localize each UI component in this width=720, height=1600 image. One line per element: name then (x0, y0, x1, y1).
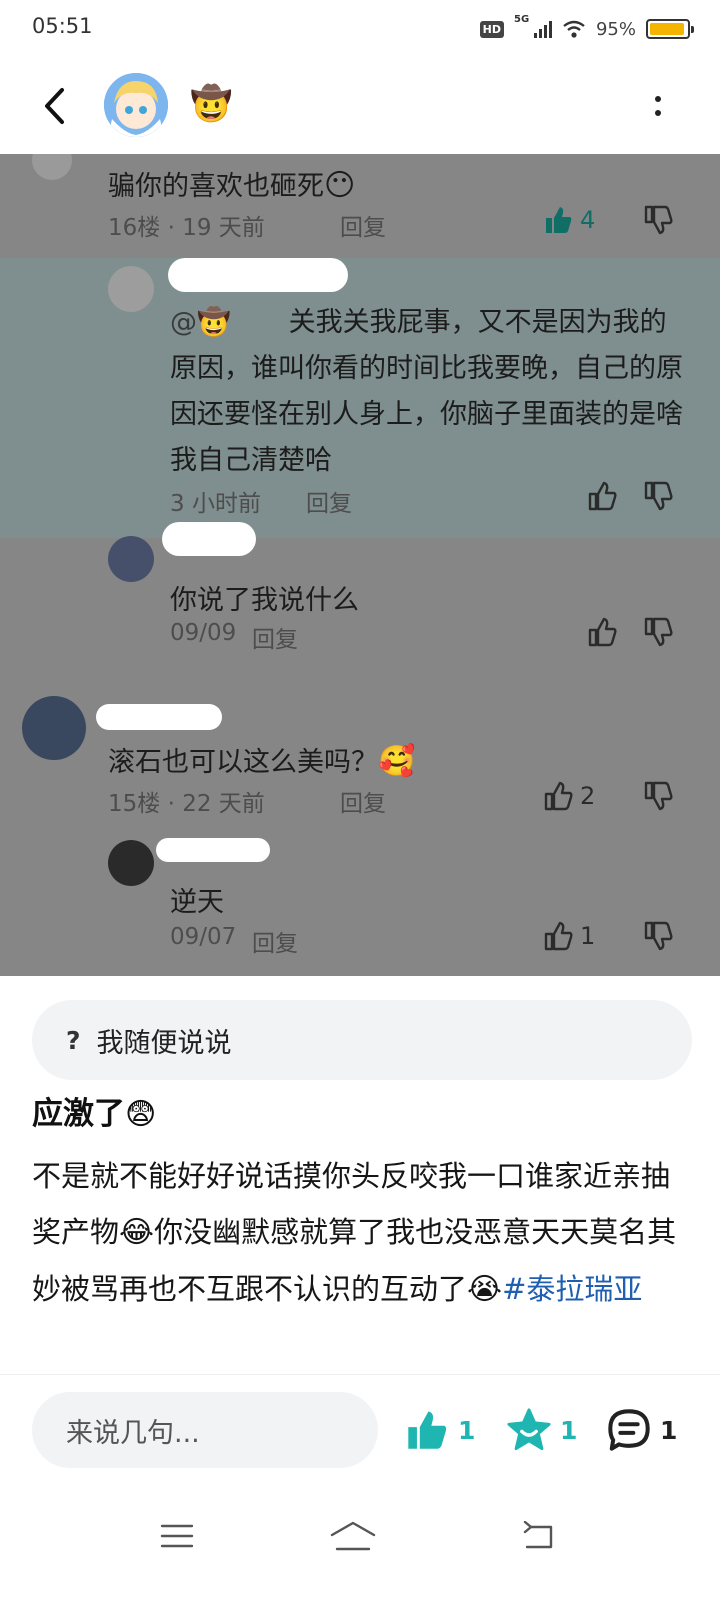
reply-button[interactable]: 回复 (306, 484, 352, 518)
commenter-avatar[interactable] (22, 696, 86, 760)
dislike-button[interactable] (642, 616, 674, 648)
author-name-emoji[interactable]: 🤠 (190, 84, 232, 124)
status-time: 05:51 (32, 14, 93, 38)
comment-meta: 16楼 · 19 天前 (108, 215, 265, 241)
thumbs-down-icon (644, 781, 673, 811)
thumbs-up-icon (588, 481, 617, 511)
divider (0, 1374, 720, 1375)
commenter-avatar[interactable] (108, 840, 154, 886)
post-like-button[interactable]: 1 (404, 1404, 475, 1456)
star-icon (507, 1408, 551, 1451)
thumbs-up-icon (544, 921, 573, 951)
dislike-button[interactable] (642, 920, 674, 952)
comment-text: 骗你的喜欢也砸死😶 (108, 168, 356, 203)
system-nav-bar (0, 1508, 720, 1568)
comment-count-button[interactable]: 1 (606, 1404, 677, 1456)
thumbs-up-icon (588, 617, 617, 647)
favorite-button[interactable]: 1 (506, 1404, 577, 1456)
comments-overlay[interactable]: 骗你的喜欢也砸死😶 16楼 · 19 天前 回复 4 @🤠 关我关我屁事，又不是因… (0, 154, 720, 976)
action-bar: 来说几句... 1 1 1 (0, 1392, 720, 1468)
redacted-username (162, 522, 256, 556)
body-emoji: 😭 (467, 1272, 503, 1307)
question-pill[interactable]: ? 我随便说说 (32, 1000, 692, 1080)
thumbs-down-icon (644, 921, 673, 951)
post-sheet: ? 我随便说说 应激了😨 不是就不能好好说话摸你头反咬我一口谁家近亲抽奖产物😂你… (0, 976, 720, 1600)
hashtag-link[interactable]: #泰拉瑞亚 (502, 1272, 642, 1306)
thumbs-down-icon (644, 617, 673, 647)
thumbs-up-icon (408, 1411, 447, 1449)
wifi-icon (563, 20, 585, 38)
battery-fill (650, 23, 685, 35)
back-arrow-icon (523, 1521, 553, 1549)
avatar-illustration (104, 73, 168, 137)
commenter-avatar[interactable] (108, 266, 154, 312)
comment-emoji: 😶 (324, 168, 356, 203)
menu-icon (160, 1524, 194, 1548)
status-icons: HD 5G 95% (479, 14, 694, 44)
reply-button[interactable]: 回复 (340, 784, 386, 818)
commenter-avatar[interactable] (32, 154, 72, 180)
title-emoji: 😨 (125, 1097, 157, 1132)
like-button[interactable]: 2 (542, 780, 595, 812)
thumbs-up-icon (546, 207, 572, 233)
reply-button[interactable]: 回复 (252, 620, 298, 654)
like-button[interactable]: 4 (542, 204, 595, 236)
post-body: 不是就不能好好说话摸你头反咬我一口谁家近亲抽奖产物😂你没幽默感就算了我也没恶意天… (32, 1159, 677, 1307)
dislike-button[interactable] (642, 780, 674, 812)
back-nav-button[interactable] (514, 1516, 564, 1556)
post-header: 🤠 (0, 58, 720, 154)
hd-icon: HD (479, 20, 504, 38)
reply-button[interactable]: 回复 (340, 208, 386, 242)
status-bar: 05:51 HD 5G 95% (0, 0, 720, 58)
reply-time: 09/07 (170, 924, 237, 950)
body-emoji: 😂 (119, 1215, 155, 1250)
more-options-button[interactable] (648, 88, 668, 124)
like-button[interactable]: 1 (542, 920, 595, 952)
battery-percent: 95% (595, 18, 636, 40)
commenter-avatar[interactable] (108, 536, 154, 582)
network-type: 5G (513, 14, 530, 25)
home-button[interactable] (328, 1516, 378, 1556)
chevron-left-icon (45, 88, 64, 124)
comment-text: 滚石也可以这么美吗？🥰 (108, 744, 416, 779)
more-vertical-icon (655, 96, 661, 102)
question-icon: ? (66, 1025, 81, 1055)
redacted-username (156, 838, 270, 862)
reply-text: @🤠 关我关我屁事，又不是因为我的原因，谁叫你看的时间比我要晚，自己的原因还要怪在… (170, 307, 683, 476)
question-label: 我随便说说 (96, 1027, 232, 1059)
comment-meta: 15楼 · 22 天前 (108, 791, 265, 817)
thumbs-down-icon (644, 205, 673, 235)
comment-emoji: 🥰 (378, 744, 416, 779)
battery-icon (646, 19, 694, 39)
redacted-username (168, 258, 348, 292)
thumbs-down-icon (644, 481, 673, 511)
reply-text: 你说了我说什么 (170, 585, 359, 616)
dislike-button[interactable] (642, 204, 674, 236)
reply-text: 逆天 (170, 887, 224, 918)
comment-bubble-icon (608, 1409, 650, 1451)
back-button[interactable] (34, 82, 74, 130)
home-icon (330, 1521, 376, 1551)
redacted-username (96, 704, 222, 730)
menu-button[interactable] (152, 1516, 202, 1556)
comment-input[interactable]: 来说几句... (32, 1392, 378, 1468)
like-button[interactable] (586, 616, 618, 648)
author-avatar[interactable] (104, 73, 168, 137)
dislike-button[interactable] (642, 480, 674, 512)
thumbs-up-icon (544, 781, 573, 811)
signal-icon: 5G (514, 14, 552, 38)
reply-time: 3 小时前 (170, 491, 261, 517)
reply-time: 09/09 (170, 620, 237, 646)
post-title: 应激了😨 (32, 1096, 157, 1132)
reply-button[interactable]: 回复 (252, 924, 298, 958)
like-button[interactable] (586, 480, 618, 512)
